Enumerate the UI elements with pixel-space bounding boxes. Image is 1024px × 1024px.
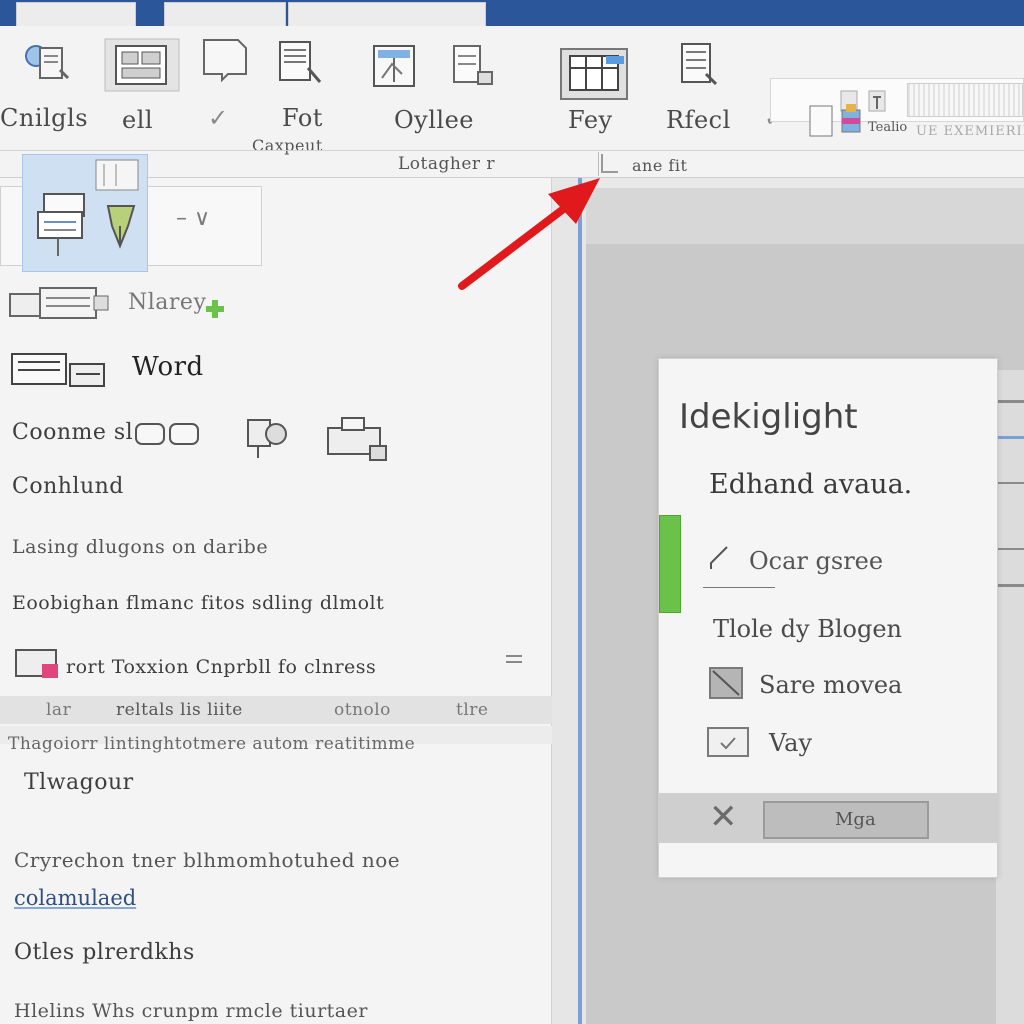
window-tab-3[interactable]	[288, 2, 486, 26]
table-icon[interactable]	[560, 48, 628, 100]
dialog-line-2[interactable]: Ocar gsree	[749, 547, 883, 575]
edit-icon[interactable]	[705, 541, 739, 575]
ribbon-label-4[interactable]: Oyllee	[394, 106, 474, 134]
connector-icon	[135, 423, 199, 445]
options-dialog: Idekiglight Edhand avaua. Ocar gsree Tlo…	[658, 358, 998, 878]
ribbon-divider	[0, 150, 1024, 151]
page-edit-icon[interactable]	[676, 42, 726, 88]
list-item-8[interactable]: Tlwagour	[24, 770, 134, 795]
close-icon[interactable]: ✕	[709, 797, 738, 837]
ribbon-label-2[interactable]: ell	[122, 106, 153, 134]
pane-dropdown[interactable]: – ∨	[176, 206, 210, 231]
dialog-line-1: Edhand avaua.	[709, 469, 913, 500]
image-insert-icon	[15, 649, 58, 678]
outline-chart-icon[interactable]	[372, 42, 422, 88]
printer-icon	[9, 287, 109, 319]
list-item-11[interactable]: Hlelins Whs crunpm rmcle tiurtaer	[14, 1000, 368, 1022]
row-text-2: Thagoiorr lintinghtotmere autom reatitim…	[8, 734, 416, 754]
pane-link[interactable]: colamulaed	[14, 886, 136, 910]
word-document-icon	[11, 353, 105, 387]
list-item-7[interactable]: rort Toxxion Cnprbll fo clnress	[66, 656, 376, 678]
window-tab-1[interactable]	[16, 2, 136, 26]
list-item-9[interactable]: Cryrechon tner blhmomhotuhed noe	[14, 848, 400, 872]
toolbox-icon[interactable]	[322, 412, 390, 464]
document-globe-icon[interactable]	[22, 40, 72, 86]
checkbox-cross-icon	[712, 670, 740, 696]
style-field-text: Tealio	[868, 120, 908, 135]
dialog-check-label-1: Sare movea	[759, 671, 903, 699]
row-cell-3: otnolo	[334, 700, 391, 720]
ribbon: Cnilgls ell ✓ Fot Oyllee Fey Rfecl ✓ Cax…	[0, 26, 1024, 178]
pane-scrollbar[interactable]	[552, 178, 586, 1024]
ruler-mark-1	[994, 400, 1024, 403]
dialog-button-label: Mga	[835, 809, 876, 830]
pen-tool-icon[interactable]	[100, 200, 142, 252]
page-settings-icon[interactable]	[450, 44, 500, 90]
ribbon-label-1[interactable]: Cnilgls	[0, 104, 88, 132]
shapes-icon[interactable]	[238, 412, 294, 462]
dialog-underline	[703, 587, 775, 588]
list-item-4[interactable]: Conhlund	[12, 474, 124, 499]
dialog-title: Idekiglight	[679, 397, 858, 437]
annotation-arrow-icon	[458, 178, 600, 290]
ribbon-faint-text: UE EXEMIERIEK	[916, 124, 1024, 139]
document-page-edge	[996, 370, 1024, 1024]
dialog-check-label-2: Vay	[769, 729, 812, 757]
add-green-icon[interactable]	[204, 298, 226, 320]
group-label-2: ane fit	[632, 156, 688, 175]
ribbon-label-5[interactable]: Fey	[568, 106, 613, 134]
title-bar	[0, 0, 1024, 26]
ruler-mark-3	[994, 482, 1024, 484]
list-item-3[interactable]: Coonme sl	[12, 420, 133, 445]
dialog-accent-bar	[659, 515, 681, 613]
ruler-mark-4	[994, 548, 1024, 550]
checkmark-icon	[720, 737, 736, 750]
expand-icon[interactable]	[504, 652, 524, 666]
dialog-checkbox-2[interactable]	[707, 727, 749, 757]
page-fold-icon[interactable]	[200, 36, 250, 82]
document-stack-icon[interactable]	[34, 190, 92, 260]
list-item-word[interactable]: Word	[132, 352, 204, 382]
ribbon-check-1: ✓	[208, 104, 229, 132]
style-set-icon[interactable]	[808, 104, 868, 138]
pane-thumbnail-icon[interactable]	[94, 158, 140, 192]
ribbon-label-6[interactable]: Rfecl	[666, 106, 731, 134]
list-item-1[interactable]: Nlarey	[128, 290, 206, 315]
gallery-preview[interactable]	[907, 83, 1023, 117]
ribbon-sublabel: Caxpeut	[252, 136, 323, 155]
dialog-line-3: Tlole dy Blogen	[713, 615, 902, 643]
layout-grid-icon[interactable]	[104, 38, 180, 92]
dialog-action-button[interactable]: Mga	[763, 801, 929, 839]
dialog-checkbox-1[interactable]	[709, 667, 743, 699]
row-cell-4: tlre	[456, 700, 489, 720]
row-cell-2: reltals lis liite	[116, 700, 243, 720]
list-item-10[interactable]: Otles plrerdkhs	[14, 940, 195, 965]
window-tab-2[interactable]	[164, 2, 286, 26]
list-item-5[interactable]: Lasing dlugons on daribe	[12, 536, 268, 558]
font-document-icon[interactable]	[276, 40, 326, 86]
list-item-6[interactable]: Eoobighan flmanc fitos sdling dlmolt	[12, 592, 384, 614]
row-cell-1: lar	[46, 700, 72, 720]
canvas-ruler	[586, 188, 1024, 244]
ribbon-label-3[interactable]: Fot	[282, 104, 323, 132]
